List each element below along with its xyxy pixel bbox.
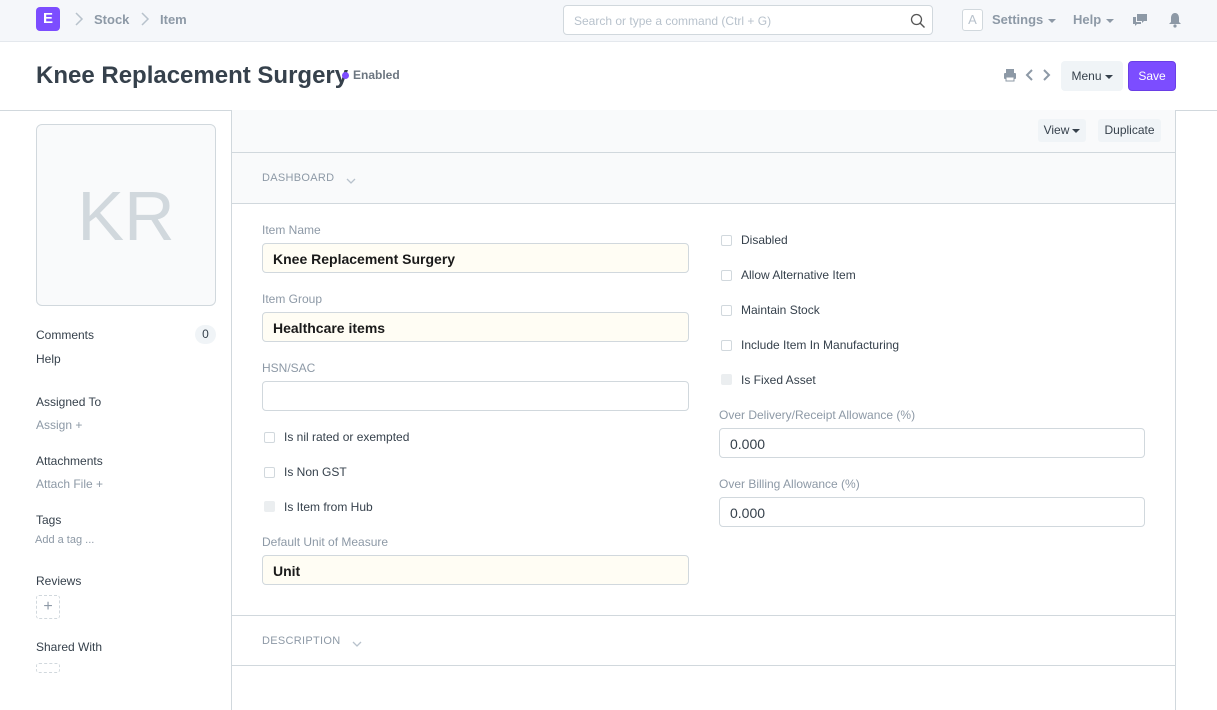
caret-down-icon: [1104, 74, 1113, 79]
plus-icon: +: [43, 598, 53, 615]
assigned-to-heading: Assigned To: [36, 395, 102, 409]
previous-record-icon[interactable]: [1023, 68, 1037, 82]
fixed-asset-label: Is Fixed Asset: [741, 373, 816, 387]
over-delivery-label: Over Delivery/Receipt Allowance (%): [719, 408, 916, 422]
menu-button[interactable]: Menu: [1061, 61, 1123, 91]
save-button[interactable]: Save: [1128, 61, 1176, 91]
maintain-stock-label: Maintain Stock: [741, 303, 820, 317]
over-billing-field[interactable]: 0.000: [719, 497, 1145, 527]
section-title-description: DESCRIPTION: [262, 635, 341, 647]
uom-label: Default Unit of Measure: [262, 535, 389, 549]
tags-heading: Tags: [36, 513, 62, 527]
breadcrumb-item[interactable]: Item: [160, 12, 187, 27]
shared-with-heading: Shared With: [36, 640, 103, 654]
chat-icon[interactable]: [1132, 12, 1148, 28]
maintain-stock-checkbox[interactable]: [721, 305, 732, 316]
disabled-label: Disabled: [741, 233, 788, 247]
chevron-right-icon: [74, 11, 84, 27]
section-title-dashboard: DASHBOARD: [262, 172, 335, 184]
app-logo[interactable]: E: [36, 7, 60, 31]
page-head: Knee Replacement Surgery Enabled Menu Sa…: [0, 42, 1217, 111]
caret-down-icon: [1048, 18, 1057, 23]
form-layout: View Duplicate DASHBOARD Item Name Knee …: [231, 110, 1176, 710]
fixed-asset-checkbox: [721, 374, 732, 385]
disabled-checkbox[interactable]: [721, 235, 732, 246]
item-image-placeholder[interactable]: KR: [36, 124, 216, 306]
item-name-field[interactable]: Knee Replacement Surgery: [262, 243, 689, 273]
form-toolbar: View Duplicate: [232, 110, 1175, 153]
status-indicator-dot: [342, 72, 349, 79]
duplicate-button[interactable]: Duplicate: [1098, 119, 1161, 142]
print-icon[interactable]: [1003, 68, 1017, 82]
over-billing-label: Over Billing Allowance (%): [719, 477, 860, 491]
comments-link[interactable]: Comments: [36, 328, 94, 342]
item-from-hub-label: Is Item from Hub: [284, 500, 373, 514]
caret-down-icon: [1072, 128, 1081, 133]
non-gst-checkbox[interactable]: [264, 467, 275, 478]
menu-label: Menu: [1071, 69, 1102, 83]
search-input[interactable]: Search or type a command (Ctrl + G): [563, 5, 933, 35]
settings-label: Settings: [992, 12, 1044, 27]
add-share-button[interactable]: [36, 663, 60, 673]
non-gst-label: Is Non GST: [284, 465, 347, 479]
search-placeholder: Search or type a command (Ctrl + G): [574, 14, 772, 28]
view-dropdown[interactable]: View: [1038, 119, 1086, 142]
reviews-heading: Reviews: [36, 574, 82, 588]
add-review-button[interactable]: +: [36, 595, 60, 619]
help-label: Help: [1073, 12, 1102, 27]
over-delivery-field[interactable]: 0.000: [719, 428, 1145, 458]
attachments-heading: Attachments: [36, 454, 103, 468]
help-link[interactable]: Help: [36, 352, 61, 366]
breadcrumb-stock[interactable]: Stock: [94, 12, 129, 27]
add-tag-input[interactable]: Add a tag ...: [35, 534, 94, 546]
user-avatar[interactable]: A: [962, 9, 983, 31]
settings-dropdown[interactable]: Settings: [992, 12, 1057, 27]
view-label: View: [1043, 123, 1070, 137]
help-dropdown[interactable]: Help: [1073, 12, 1115, 27]
bell-icon[interactable]: [1168, 12, 1184, 28]
chevron-right-icon: [140, 11, 150, 27]
attach-file-link[interactable]: Attach File +: [36, 477, 103, 491]
item-group-label: Item Group: [262, 292, 323, 306]
assign-link[interactable]: Assign +: [36, 418, 82, 432]
caret-down-icon: [1106, 18, 1115, 23]
item-group-field[interactable]: Healthcare items: [262, 312, 689, 342]
nil-rated-checkbox[interactable]: [264, 432, 275, 443]
hsn-sac-field[interactable]: [262, 381, 689, 411]
item-name-label: Item Name: [262, 223, 321, 237]
navbar: E Stock Item Search or type a command (C…: [0, 0, 1217, 42]
dashboard-section-head[interactable]: DASHBOARD: [232, 153, 1175, 204]
allow-alternative-item-checkbox[interactable]: [721, 270, 732, 281]
include-in-manufacturing-label: Include Item In Manufacturing: [741, 338, 900, 352]
nil-rated-label: Is nil rated or exempted: [284, 430, 410, 444]
uom-field[interactable]: Unit: [262, 555, 689, 585]
search-icon: [910, 13, 926, 29]
chevron-down-icon: [352, 636, 362, 647]
description-section-head[interactable]: DESCRIPTION: [232, 616, 1175, 666]
allow-alternative-item-label: Allow Alternative Item: [741, 268, 856, 282]
hsn-sac-label: HSN/SAC: [262, 361, 316, 375]
include-in-manufacturing-checkbox[interactable]: [721, 340, 732, 351]
next-record-icon[interactable]: [1039, 68, 1053, 82]
comments-count-badge: 0: [195, 325, 216, 344]
item-from-hub-checkbox: [264, 501, 275, 512]
chevron-down-icon: [346, 173, 356, 184]
status-badge: Enabled: [353, 68, 400, 82]
page-title: Knee Replacement Surgery: [36, 62, 349, 89]
